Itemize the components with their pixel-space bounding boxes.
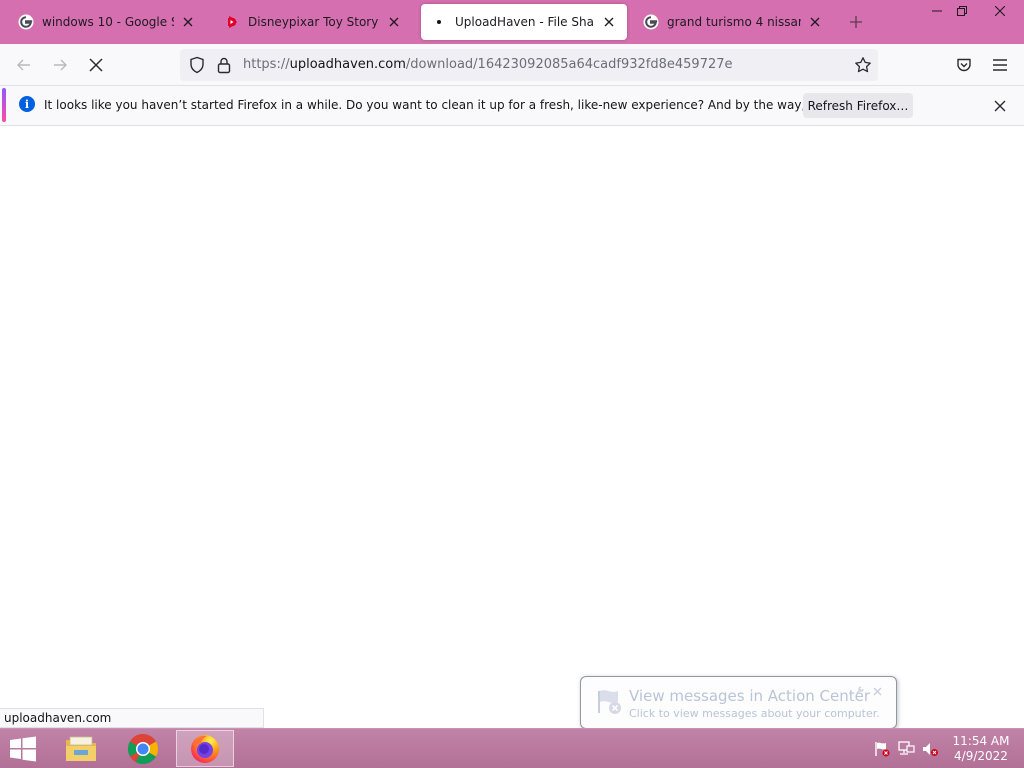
taskbar-chrome[interactable]	[114, 730, 172, 767]
hamburger-menu-icon	[993, 59, 1007, 71]
windows-taskbar: 11:54 AM 4/9/2022	[0, 728, 1024, 768]
clock-date: 4/9/2022	[954, 749, 1008, 763]
tab-close-icon[interactable]	[807, 14, 823, 30]
windows-logo-icon	[10, 736, 36, 762]
firefox-icon	[191, 734, 219, 763]
balloon-title: View messages in Action Center	[629, 687, 871, 705]
tab-strip: windows 10 - Google Search Disneypixar T…	[0, 0, 1024, 44]
shield-icon[interactable]	[188, 56, 206, 74]
tab-close-icon[interactable]	[601, 14, 617, 30]
close-icon	[994, 100, 1006, 112]
stop-icon	[89, 58, 103, 72]
balloon-body: Click to view messages about your comput…	[629, 707, 880, 720]
refresh-firefox-button[interactable]: Refresh Firefox…	[803, 93, 913, 118]
notification-close-button[interactable]	[990, 96, 1010, 116]
youtube-icon	[228, 16, 237, 28]
restore-icon	[957, 6, 967, 16]
tab-title: Disneypixar Toy Story 3: The	[248, 15, 380, 29]
notification-message: It looks like you haven’t started Firefo…	[44, 98, 900, 112]
url-domain: uploadhaven.com	[289, 57, 406, 72]
tab-grand-turismo[interactable]: grand turismo 4 nissan leaf -	[633, 4, 833, 40]
tab-close-icon[interactable]	[386, 14, 402, 30]
plus-icon	[850, 16, 862, 28]
page-content	[0, 127, 1024, 728]
new-tab-button[interactable]	[846, 12, 866, 32]
arrow-right-icon	[54, 59, 67, 71]
arrow-left-icon	[17, 59, 30, 71]
google-icon	[18, 14, 34, 30]
action-center-flag-icon	[598, 690, 621, 714]
volume-muted-icon[interactable]	[921, 741, 939, 757]
tab-toy-story[interactable]: Disneypixar Toy Story 3: The	[214, 4, 412, 40]
url-text: https://uploadhaven.com/download/1642309…	[243, 57, 733, 72]
status-url-tooltip: uploadhaven.com	[0, 708, 264, 728]
close-icon	[873, 687, 882, 696]
tab-uploadhaven[interactable]: UploadHaven - File Sharing M	[421, 4, 627, 40]
action-center-tray-icon[interactable]	[873, 741, 891, 757]
system-clock[interactable]: 11:54 AM 4/9/2022	[946, 734, 1016, 764]
clock-time: 11:54 AM	[952, 734, 1010, 748]
minimize-icon	[932, 10, 942, 12]
navigation-toolbar: https://uploadhaven.com/download/1642309…	[0, 44, 1024, 86]
tab-title: windows 10 - Google Search	[42, 15, 174, 29]
wrench-icon	[855, 685, 865, 698]
chrome-icon	[127, 733, 159, 764]
restore-button[interactable]	[947, 2, 977, 20]
back-button[interactable]	[12, 53, 36, 77]
stop-button[interactable]	[84, 53, 108, 77]
tab-title: grand turismo 4 nissan leaf -	[667, 15, 801, 29]
bookmark-star-icon[interactable]	[854, 56, 872, 74]
url-bar[interactable]: https://uploadhaven.com/download/1642309…	[180, 49, 878, 81]
pocket-icon	[957, 58, 971, 72]
pocket-button[interactable]	[952, 53, 976, 77]
balloon-close-button[interactable]	[873, 685, 882, 699]
network-icon[interactable]	[897, 741, 915, 757]
taskbar-file-explorer[interactable]	[52, 730, 110, 767]
close-window-button[interactable]	[982, 2, 1018, 20]
close-icon	[995, 6, 1005, 16]
folder-icon	[66, 736, 96, 761]
refresh-firefox-notification: i It looks like you haven’t started Fire…	[0, 86, 1024, 126]
google-icon	[643, 14, 659, 30]
url-path: /download/16423092085a64cadf932fd8e45972…	[405, 57, 733, 72]
forward-button[interactable]	[48, 53, 72, 77]
lock-icon[interactable]	[216, 56, 232, 74]
app-menu-button[interactable]	[988, 53, 1012, 77]
taskbar-firefox[interactable]	[176, 730, 234, 767]
tab-title: UploadHaven - File Sharing M	[455, 15, 595, 29]
info-icon: i	[19, 96, 35, 112]
url-prefix: https://	[243, 57, 290, 72]
tab-google-search[interactable]: windows 10 - Google Search	[8, 4, 206, 40]
tab-close-icon[interactable]	[180, 14, 196, 30]
loading-dot-icon	[437, 20, 441, 24]
action-center-balloon[interactable]: View messages in Action Center Click to …	[580, 676, 897, 729]
start-button[interactable]	[8, 736, 38, 762]
